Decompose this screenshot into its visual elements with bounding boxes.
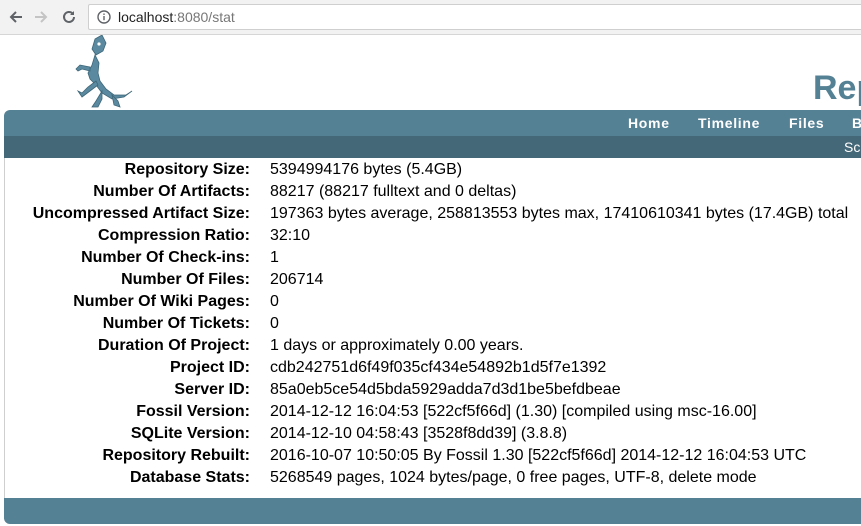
stat-row-number-of-files: Number Of Files: 206714 — [10, 270, 861, 292]
stat-label: Uncompressed Artifact Size: — [32, 205, 250, 222]
stat-row-repository-size: Repository Size: 5394994176 bytes (5.4GB… — [10, 160, 861, 182]
content-border — [4, 158, 5, 498]
stat-value: 1 — [270, 249, 279, 266]
url-text[interactable]: localhost:8080/stat — [118, 9, 235, 25]
stat-value: 0 — [270, 293, 279, 310]
stat-value: 5268549 pages, 1024 bytes/page, 0 free p… — [270, 469, 757, 486]
stat-row-project-id: Project ID: cdb242751d6f49f035cf434e5489… — [10, 358, 861, 380]
back-button[interactable] — [4, 5, 28, 29]
stat-row-number-of-tickets: Number Of Tickets: 0 — [10, 314, 861, 336]
site-title: Rep — [813, 69, 861, 107]
site-header: Rep — [0, 35, 861, 111]
submenu-item[interactable]: Sc — [844, 139, 860, 155]
url-host: localhost — [118, 9, 174, 25]
fossil-logo-icon — [75, 35, 133, 108]
stat-value: 5394994176 bytes (5.4GB) — [270, 161, 463, 178]
stat-row-number-of-check-ins: Number Of Check-ins: 1 — [10, 248, 861, 270]
stat-row-database-stats: Database Stats: 5268549 pages, 1024 byte… — [10, 468, 861, 490]
stat-row-server-id: Server ID: 85a0eb5ce54d5bda5929adda7d3d1… — [10, 380, 861, 402]
stat-label: Number Of Wiki Pages: — [73, 293, 250, 310]
menu-item-timeline[interactable]: Timeline — [698, 115, 760, 131]
footer-bar — [4, 498, 861, 524]
stat-row-fossil-version: Fossil Version: 2014-12-12 16:04:53 [522… — [10, 402, 861, 424]
stat-row-repository-rebuilt: Repository Rebuilt: 2016-10-07 10:50:05 … — [10, 446, 861, 468]
menu-item-files[interactable]: Files — [789, 115, 824, 131]
address-bar[interactable]: localhost:8080/stat — [88, 4, 861, 30]
arrow-right-icon — [35, 11, 48, 23]
stat-row-sqlite-version: SQLite Version: 2014-12-10 04:58:43 [352… — [10, 424, 861, 446]
stat-label: Project ID: — [169, 359, 250, 376]
menu-item-branches[interactable]: B — [852, 115, 861, 131]
stat-label: Repository Size: — [124, 161, 250, 178]
stat-value: 32:10 — [270, 227, 311, 244]
stat-row-duration-of-project: Duration Of Project: 1 days or approxima… — [10, 336, 861, 358]
stat-value: 197363 bytes average, 258813553 bytes ma… — [270, 205, 849, 222]
stat-label: Number Of Files: — [121, 271, 250, 288]
stats-table: Repository Size: 5394994176 bytes (5.4GB… — [10, 160, 861, 490]
arrow-left-icon — [9, 11, 22, 23]
stat-label: Repository Rebuilt: — [102, 447, 250, 464]
reload-button[interactable] — [57, 5, 81, 29]
stat-value: 1 days or approximately 0.00 years. — [270, 337, 524, 354]
stat-row-uncompressed-artifact-size: Uncompressed Artifact Size: 197363 bytes… — [10, 204, 861, 226]
stat-label: Number Of Check-ins: — [81, 249, 250, 266]
stat-row-number-of-artifacts: Number Of Artifacts: 88217 (88217 fullte… — [10, 182, 861, 204]
reload-icon — [63, 10, 75, 23]
stat-label: Database Stats: — [129, 469, 250, 486]
stat-value: 85a0eb5ce54d5bda5929adda7d3d1be5befdbeae — [270, 381, 621, 398]
stat-value: 88217 (88217 fulltext and 0 deltas) — [270, 183, 517, 200]
stat-row-compression-ratio: Compression Ratio: 32:10 — [10, 226, 861, 248]
stat-label: Fossil Version: — [136, 403, 250, 420]
stat-label: Server ID: — [174, 381, 250, 398]
stat-value: 2016-10-07 10:50:05 By Fossil 1.30 [522c… — [270, 447, 807, 464]
stat-label: Compression Ratio: — [97, 227, 250, 244]
info-icon[interactable] — [97, 10, 111, 24]
stat-label: Number Of Artifacts: — [93, 183, 250, 200]
forward-button[interactable] — [29, 5, 53, 29]
stat-label: Number Of Tickets: — [102, 315, 250, 332]
menu-item-home[interactable]: Home — [628, 115, 670, 131]
stat-label: SQLite Version: — [130, 425, 250, 442]
stat-value: 2014-12-10 04:58:43 [3528f8dd39] (3.8.8) — [270, 425, 568, 442]
stat-row-number-of-wiki-pages: Number Of Wiki Pages: 0 — [10, 292, 861, 314]
browser-toolbar: localhost:8080/stat — [0, 0, 861, 35]
stat-value: 0 — [270, 315, 279, 332]
sub-menu: Sc — [4, 136, 861, 158]
stat-value: cdb242751d6f49f035cf434e54892b1d5f7e1392 — [270, 359, 607, 376]
stat-label: Duration Of Project: — [97, 337, 250, 354]
stat-value: 2014-12-12 16:04:53 [522cf5f66d] (1.30) … — [270, 403, 757, 420]
main-menu: Home Timeline Files B — [4, 110, 861, 136]
url-path: :8080/stat — [173, 9, 235, 25]
stat-value: 206714 — [270, 271, 324, 288]
